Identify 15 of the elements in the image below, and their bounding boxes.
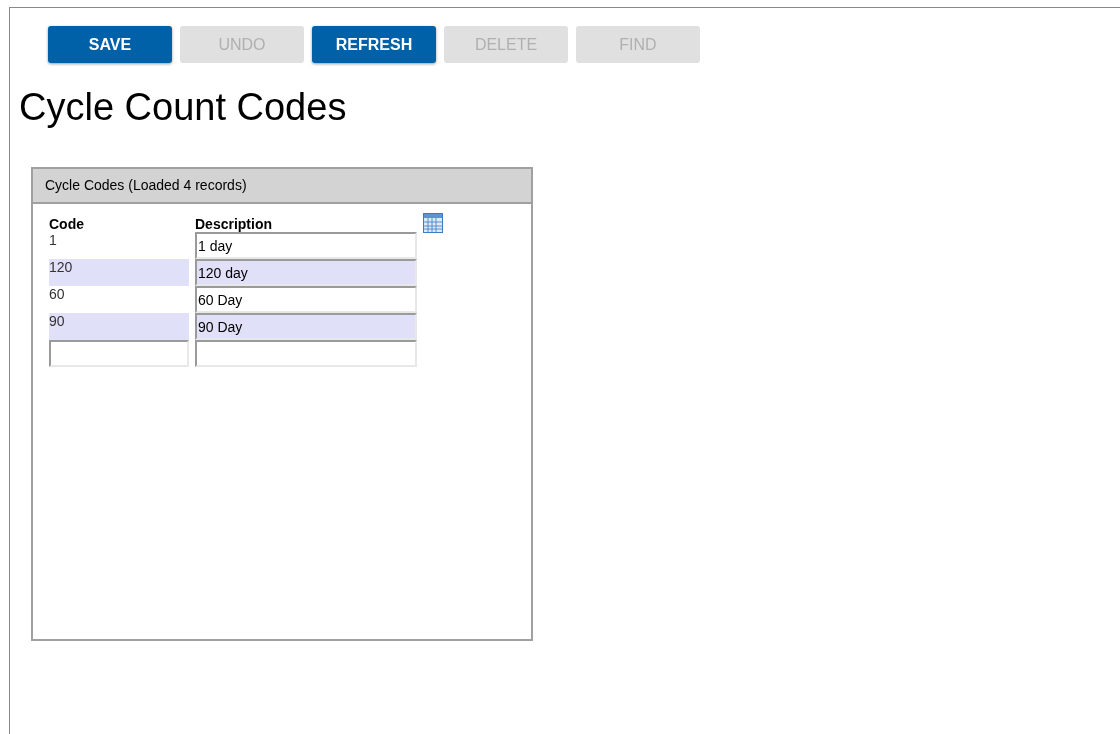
column-header: Description bbox=[195, 216, 273, 232]
toolbar-button[interactable]: SAVE bbox=[48, 26, 172, 63]
table-cell: 120 bbox=[49, 259, 189, 286]
grid-icon[interactable] bbox=[423, 213, 443, 233]
panel-title: Cycle Codes (Loaded 4 records) bbox=[45, 176, 247, 195]
table-cell: 90 bbox=[49, 313, 189, 340]
page-title: Cycle Count Codes bbox=[18, 85, 348, 129]
toolbar-button[interactable]: REFRESH bbox=[312, 26, 436, 63]
code-field[interactable] bbox=[49, 340, 189, 367]
description-field[interactable]: 1 day bbox=[195, 232, 417, 259]
column-header: Code bbox=[49, 216, 85, 232]
description-field[interactable] bbox=[195, 340, 417, 367]
description-field[interactable]: 60 Day bbox=[195, 286, 417, 313]
description-field[interactable]: 120 day bbox=[195, 259, 417, 286]
description-field[interactable]: 90 Day bbox=[195, 313, 417, 340]
